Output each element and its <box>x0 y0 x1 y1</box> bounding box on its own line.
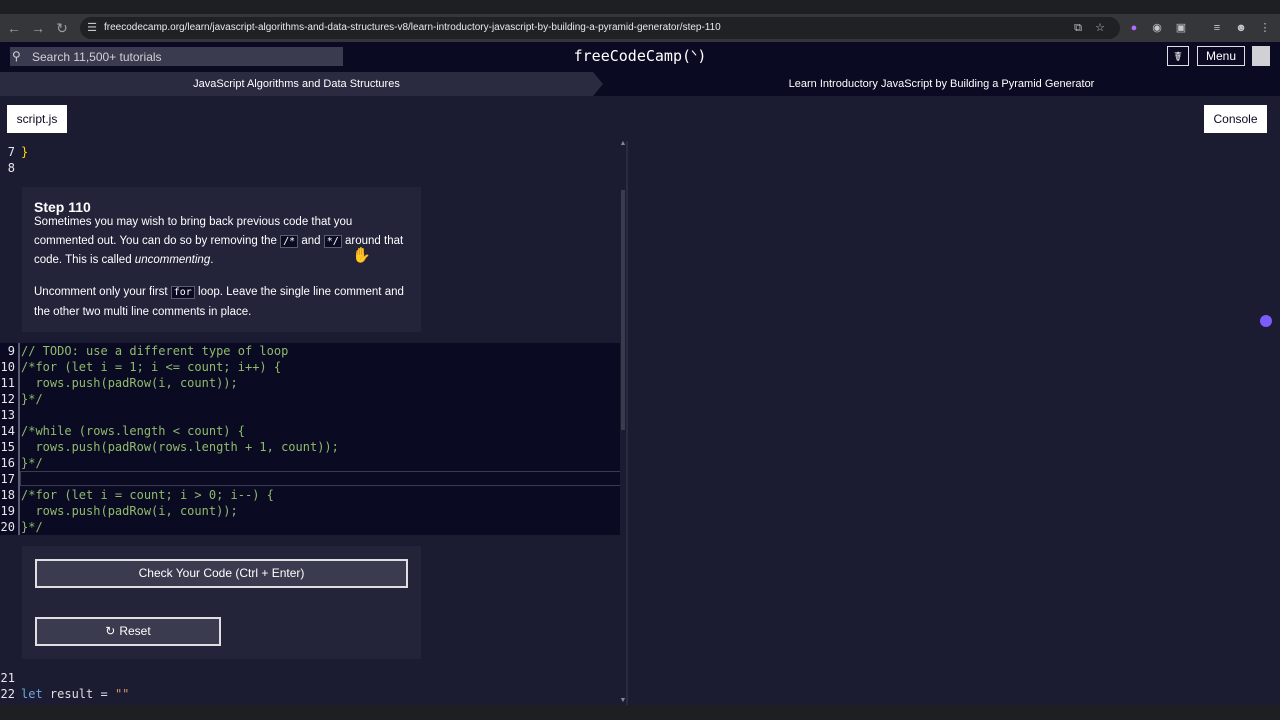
breadcrumb-block[interactable]: Learn Introductory JavaScript by Buildin… <box>603 72 1280 96</box>
step-paragraph: Uncomment only your first for loop. Leav… <box>34 283 406 321</box>
profile-icon[interactable]: ☻ <box>1231 17 1251 39</box>
extension-icon[interactable]: ● <box>1124 17 1144 39</box>
puzzle-icon[interactable]: ▣ <box>1171 17 1191 39</box>
code-line[interactable]: 22 let result = "" <box>0 686 624 702</box>
code-line[interactable]: 8 <box>0 160 624 176</box>
tab-search-icon[interactable]: ≡ <box>1207 17 1227 39</box>
breadcrumb-superblock[interactable]: JavaScript Algorithms and Data Structure… <box>0 72 593 96</box>
kebab-menu-icon[interactable]: ⋮ <box>1255 17 1275 39</box>
preview-pane <box>628 141 1280 705</box>
line-number: 19 <box>0 504 15 518</box>
code-text: } <box>21 145 29 159</box>
code-text: }*/ <box>21 520 43 534</box>
pane-divider[interactable] <box>626 141 628 705</box>
line-number: 15 <box>0 440 15 454</box>
code-text: rows.push(padRow(i, count)); <box>21 376 238 390</box>
language-globe-icon[interactable]: ☤ <box>1167 46 1189 66</box>
emphasis-text: uncommenting <box>134 254 211 266</box>
line-number: 13 <box>0 408 15 422</box>
breadcrumb-arrow <box>593 72 603 96</box>
line-number: 20 <box>0 520 15 534</box>
code-text: }*/ <box>21 392 43 406</box>
code-text: /*while (rows.length < count) { <box>21 424 245 438</box>
code-text: }*/ <box>21 456 43 470</box>
check-code-button[interactable]: Check Your Code (Ctrl + Enter) <box>35 559 408 588</box>
code-line[interactable]: 17 <box>0 471 624 487</box>
install-icon[interactable]: ⧉ <box>1068 17 1088 39</box>
search-icon: ⚲ <box>12 49 21 63</box>
code-line[interactable]: 16 }*/ <box>0 455 624 471</box>
menu-button[interactable]: Menu <box>1197 46 1245 66</box>
inline-code: for <box>170 286 195 299</box>
reload-icon[interactable]: ↻ <box>50 14 74 42</box>
line-number: 10 <box>0 360 15 374</box>
code-line[interactable]: 10 /*for (let i = 1; i <= count; i++) { <box>0 359 624 375</box>
line-number: 21 <box>0 671 15 685</box>
step-paragraph: Sometimes you may wish to bring back pre… <box>34 213 406 270</box>
line-number: 7 <box>7 145 15 159</box>
scroll-up-arrow-icon[interactable]: ▲ <box>618 140 628 148</box>
code-line[interactable]: 19 rows.push(padRow(i, count)); <box>0 503 624 519</box>
code-text: /*for (let i = 1; i <= count; i++) { <box>21 360 282 374</box>
bottom-strip <box>0 705 1280 720</box>
editor-toolbar <box>0 96 1280 141</box>
inline-code: */ <box>323 234 342 248</box>
browser-tab-strip <box>0 0 1280 14</box>
url-text: freecodecamp.org/learn/javascript-algori… <box>104 22 721 33</box>
line-number: 14 <box>0 424 15 438</box>
scroll-down-arrow-icon[interactable]: ▼ <box>618 697 628 705</box>
code-keyword: let <box>21 687 43 701</box>
line-number: 18 <box>0 488 15 502</box>
media-icon[interactable]: ◉ <box>1147 17 1167 39</box>
line-number: 8 <box>7 161 15 175</box>
code-line[interactable]: 9 // TODO: use a different type of loop <box>0 343 624 359</box>
code-line[interactable]: 15 rows.push(padRow(rows.length + 1, cou… <box>0 439 624 455</box>
search-input[interactable] <box>32 47 332 66</box>
tab-console[interactable]: Console <box>1204 105 1267 133</box>
avatar[interactable] <box>1252 46 1270 66</box>
forward-arrow-icon[interactable]: → <box>26 14 50 42</box>
step-text: and <box>298 234 324 247</box>
code-line[interactable]: 21 <box>0 670 624 686</box>
code-line[interactable]: 12 }*/ <box>0 391 624 407</box>
back-arrow-icon[interactable]: ← <box>2 14 26 42</box>
line-number: 22 <box>0 687 15 701</box>
step-text: Uncomment only your first <box>34 286 171 298</box>
editor-scrollbar-thumb[interactable] <box>621 190 625 430</box>
code-line[interactable]: 7} <box>0 144 624 160</box>
code-text: /*for (let i = count; i > 0; i--) { <box>21 488 274 502</box>
line-number: 11 <box>0 376 15 390</box>
code-line[interactable]: 13 <box>0 407 624 423</box>
reset-icon: ↻ <box>105 624 116 638</box>
code-string: "" <box>114 687 130 701</box>
line-number: 9 <box>7 344 15 358</box>
hand-pointer-icon: ✋ <box>352 247 371 264</box>
code-line[interactable]: 14 /*while (rows.length < count) { <box>0 423 624 439</box>
code-text: result = <box>42 687 115 701</box>
fcc-logo[interactable]: freeCodeCamp(ᐠ) <box>540 45 740 67</box>
code-text: rows.push(padRow(rows.length + 1, count)… <box>21 440 339 454</box>
line-number: 12 <box>0 392 15 406</box>
code-line[interactable]: 11 rows.push(padRow(i, count)); <box>0 375 624 391</box>
reset-button[interactable]: ↻ Reset <box>35 617 221 646</box>
reset-label: Reset <box>119 624 151 638</box>
site-info-icon[interactable]: ☰ <box>82 17 102 39</box>
line-number: 16 <box>0 456 15 470</box>
inline-code: /* <box>280 234 299 248</box>
code-line[interactable]: 20 }*/ <box>0 519 624 535</box>
star-icon[interactable]: ☆ <box>1090 17 1110 39</box>
code-text: rows.push(padRow(i, count)); <box>21 504 238 518</box>
tab-script-js[interactable]: script.js <box>7 105 67 133</box>
line-number: 17 <box>0 472 15 486</box>
code-line[interactable]: 18 /*for (let i = count; i > 0; i--) { <box>0 487 624 503</box>
code-text: // TODO: use a different type of loop <box>21 344 289 358</box>
step-text: . <box>210 254 214 266</box>
floating-extension-icon[interactable] <box>1260 315 1272 327</box>
